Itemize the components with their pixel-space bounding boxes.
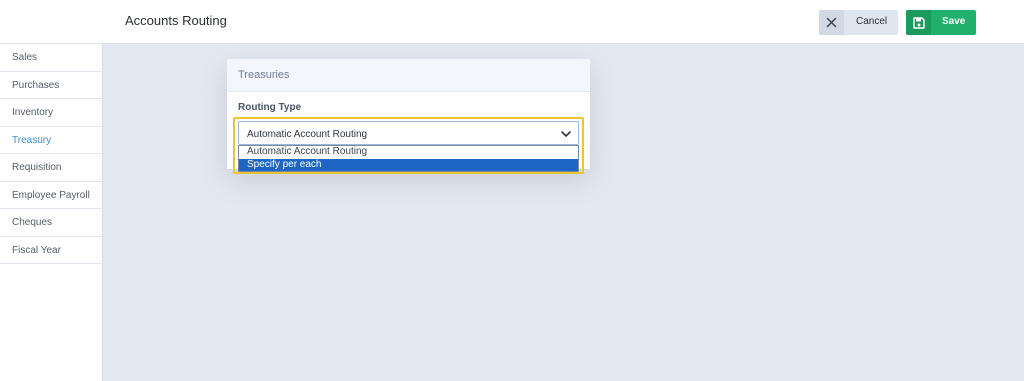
page-title: Accounts Routing [125,13,227,28]
cancel-button-label: Cancel [856,16,888,27]
sidebar-item-fiscal-year[interactable]: Fiscal Year [0,237,102,264]
floppy-disk-icon [906,10,931,35]
top-bar: Accounts Routing Cancel Save [0,0,1024,44]
sidebar-item-treasury[interactable]: Treasury [0,127,102,154]
card-title: Treasuries [227,59,590,92]
routing-type-select[interactable]: Automatic Account Routing [238,121,579,145]
close-icon [819,10,844,35]
sidebar-item-purchases[interactable]: Purchases [0,72,102,99]
option-specify-per-each[interactable]: Specify per each [239,158,578,171]
sidebar-item-requisition[interactable]: Requisition [0,154,102,182]
save-button[interactable]: Save [906,10,976,35]
sidebar-item-sales[interactable]: Sales [0,44,102,72]
sidebar: Sales Purchases Inventory Treasury Requi… [0,44,103,381]
sidebar-item-employee-payroll[interactable]: Employee Payroll [0,182,102,209]
routing-type-selected-value: Automatic Account Routing [247,129,368,140]
sidebar-item-cheques[interactable]: Cheques [0,209,102,237]
option-automatic-account-routing[interactable]: Automatic Account Routing [239,146,578,159]
chevron-down-icon [560,127,572,145]
cancel-button[interactable]: Cancel [819,10,898,35]
routing-type-label: Routing Type [238,102,302,113]
routing-type-dropdown: Automatic Account Routing Specify per ea… [238,145,579,172]
save-button-label: Save [942,16,966,27]
sidebar-item-inventory[interactable]: Inventory [0,99,102,127]
